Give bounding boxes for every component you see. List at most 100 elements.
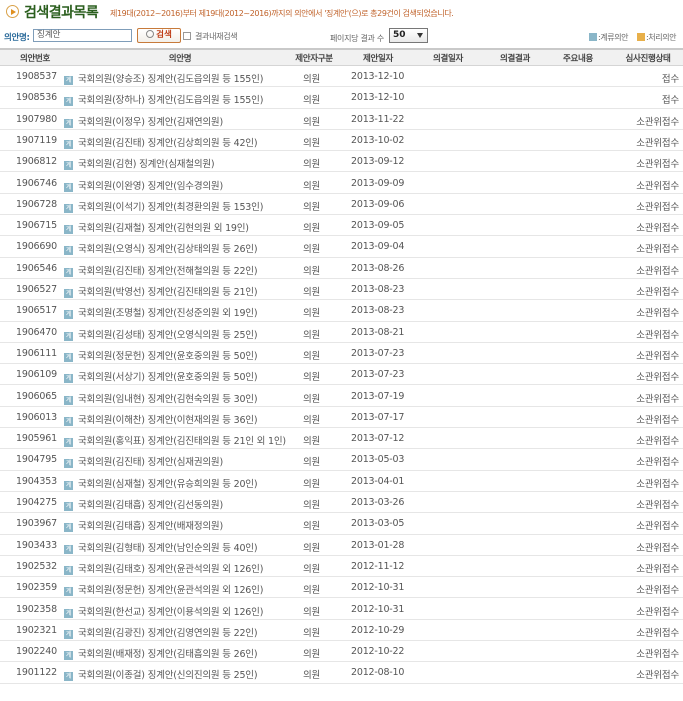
bill-name-link[interactable]: 국회의원(오영식) 징계안(김상태의원 등 26인) [78, 244, 258, 255]
table-row[interactable]: 1904795 계 국회의원(김진태) 징계안(심재권의원) 의원 2013-05-03… [0, 449, 683, 471]
bill-name[interactable]: 계 국회의원(정문헌) 징계안(윤관석의원 외 126인) [64, 582, 263, 597]
bill-name-link[interactable]: 국회의원(김태호) 징계안(윤관석의원 외 126인) [78, 564, 263, 575]
bill-name-link[interactable]: 국회의원(김재철) 징계안(김현의원 외 19인) [78, 223, 249, 234]
table-row[interactable]: 1906746 계 국회의원(이완영) 징계안(임수경의원) 의원 2013-09-09… [0, 173, 683, 194]
bill-name-link[interactable]: 국회의원(김진태) 징계안(전해철의원 등 22인) [78, 266, 258, 277]
bill-name-link[interactable]: 국회의원(한선교) 징계안(이용석의원 외 126인) [78, 607, 263, 618]
bill-name[interactable]: 계 국회의원(조명철) 징계안(진성준의원 외 19인) [64, 305, 258, 320]
table-row[interactable]: 1906527 계 국회의원(박영선) 징계안(김진태의원 등 21인) 의원 2013… [0, 279, 683, 301]
bill-name-link[interactable]: 국회의원(김성태) 징계안(오영식의원 등 25인) [78, 330, 258, 341]
bill-name[interactable]: 계 국회의원(오영식) 징계안(김상태의원 등 26인) [64, 241, 258, 256]
bill-name[interactable]: 계 국회의원(심재철) 징계안(유승희의원 등 20인) [64, 476, 258, 490]
bill-name-link[interactable]: 국회의원(장하나) 징계안(김도읍의원 등 155인) [78, 95, 263, 106]
col-resolution-result: 의결결과 [499, 54, 531, 64]
table-row[interactable]: 1906728 계 국회의원(이석기) 징계안(최경환의원 등 153인) 의원 201… [0, 194, 683, 216]
bill-name[interactable]: 계 국회의원(김태흠) 징계안(배재정의원) [64, 518, 223, 533]
bill-name[interactable]: 계 국회의원(이정우) 징계안(김재연의원) [64, 114, 223, 128]
table-row[interactable]: 1907980 계 국회의원(이정우) 징계안(김재연의원) 의원 2013-11-22… [0, 109, 683, 130]
bill-name[interactable]: 계 국회의원(김형태) 징계안(남인순의원 등 40인) [64, 540, 258, 554]
table-row[interactable]: 1906470 계 국회의원(김성태) 징계안(오영식의원 등 25인) 의원 2013… [0, 322, 683, 343]
bill-name[interactable]: 계 국회의원(이완영) 징계안(임수경의원) [64, 178, 223, 192]
search-button[interactable]: 검색 [137, 28, 181, 43]
bill-name-link[interactable]: 국회의원(임내현) 징계안(김현숙의원 등 30인) [78, 394, 258, 405]
bill-name[interactable]: 계 국회의원(배재정) 징계안(김태흠의원 등 26인) [64, 646, 258, 661]
table-row[interactable]: 1904353 계 국회의원(심재철) 징계안(유승희의원 등 20인) 의원 2013… [0, 471, 683, 492]
table-row[interactable]: 1906111 계 국회의원(정문헌) 징계안(윤호중의원 등 50인) 의원 2013… [0, 343, 683, 365]
bill-name[interactable]: 계 국회의원(김태호) 징계안(윤관석의원 외 126인) [64, 561, 263, 575]
bill-name-link[interactable]: 국회의원(이완영) 징계안(임수경의원) [78, 181, 223, 192]
pending-bill-icon: 계 [64, 118, 73, 128]
bill-name[interactable]: 계 국회의원(양승조) 징계안(김도읍의원 등 155인) [64, 71, 263, 85]
bill-name[interactable]: 계 국회의원(김진태) 징계안(전해철의원 등 22인) [64, 263, 258, 277]
table-row[interactable]: 1906065 계 국회의원(임내현) 징계안(김현숙의원 등 30인) 의원 2013… [0, 386, 683, 407]
table-row[interactable]: 1902359 계 국회의원(정문헌) 징계안(윤관석의원 외 126인) 의원 201… [0, 577, 683, 599]
bill-name[interactable]: 계 국회의원(장하나) 징계안(김도읍의원 등 155인) [64, 92, 263, 107]
bill-name[interactable]: 계 국회의원(홍익표) 징계안(김진태의원 등 21인 외 1인) [64, 433, 286, 448]
bill-name-link[interactable]: 국회의원(심재철) 징계안(유승희의원 등 20인) [78, 479, 258, 490]
bill-name-link[interactable]: 국회의원(김형태) 징계안(남인순의원 등 40인) [78, 543, 258, 554]
review-status: 소관위접수 [636, 563, 679, 575]
bill-name[interactable]: 계 국회의원(김성태) 징계안(오영식의원 등 25인) [64, 327, 258, 341]
search-input[interactable]: 징계안 [33, 29, 132, 42]
legend-processed: :처리의안 [637, 32, 677, 43]
table-row[interactable]: 1906517 계 국회의원(조명철) 징계안(진성준의원 외 19인) 의원 2013… [0, 300, 683, 322]
bill-name[interactable]: 계 국회의원(김현) 징계안(심재철의원) [64, 156, 215, 171]
bill-name-link[interactable]: 국회의원(김태흠) 징계안(배재정의원) [78, 521, 223, 532]
bill-name[interactable]: 계 국회의원(김광진) 징계안(김영연의원 등 22인) [64, 625, 258, 639]
bill-name[interactable]: 계 국회의원(이종걸) 징계안(신의진의원 등 25인) [64, 667, 258, 682]
table-row[interactable]: 1906546 계 국회의원(김진태) 징계안(전해철의원 등 22인) 의원 2013… [0, 258, 683, 279]
bill-name[interactable]: 계 국회의원(김진태) 징계안(김상희의원 등 42인) [64, 135, 258, 149]
proposal-date: 2012-10-31 [351, 582, 405, 594]
table-row[interactable]: 1903433 계 국회의원(김형태) 징계안(남인순의원 등 40인) 의원 2013… [0, 535, 683, 556]
table-row[interactable]: 1908537 계 국회의원(양승조) 징계안(김도읍의원 등 155인) 의원 201… [0, 66, 683, 88]
bill-name[interactable]: 계 국회의원(김태흠) 징계안(김선동의원) [64, 497, 223, 511]
per-page-select[interactable]: 50 [389, 28, 428, 43]
table-row[interactable]: 1901122 계 국회의원(이종걸) 징계안(신의진의원 등 25인) 의원 2012… [0, 662, 683, 684]
bill-name[interactable]: 계 국회의원(한선교) 징계안(이용석의원 외 126인) [64, 604, 263, 618]
bill-name-link[interactable]: 국회의원(박영선) 징계안(김진태의원 등 21인) [78, 287, 258, 298]
bill-name[interactable]: 계 국회의원(김재철) 징계안(김현의원 외 19인) [64, 220, 249, 235]
table-row[interactable]: 1904275 계 국회의원(김태흠) 징계안(김선동의원) 의원 2013-03-26… [0, 492, 683, 514]
table-row[interactable]: 1908536 계 국회의원(장하나) 징계안(김도읍의원 등 155인) 의원 201… [0, 87, 683, 109]
table-row[interactable]: 1906715 계 국회의원(김재철) 징계안(김현의원 외 19인) 의원 2013-… [0, 215, 683, 237]
bill-name[interactable]: 계 국회의원(이석기) 징계안(최경환의원 등 153인) [64, 199, 263, 213]
table-row[interactable]: 1905961 계 국회의원(홍익표) 징계안(김진태의원 등 21인 외 1인) 의… [0, 428, 683, 450]
table-row[interactable]: 1902358 계 국회의원(한선교) 징계안(이용석의원 외 126인) 의원 201… [0, 599, 683, 620]
search-within-checkbox[interactable] [183, 32, 191, 40]
table-row[interactable]: 1907119 계 국회의원(김진태) 징계안(김상희의원 등 42인) 의원 2013… [0, 130, 683, 152]
bill-name-link[interactable]: 국회의원(김진태) 징계안(김상희의원 등 42인) [78, 138, 258, 149]
bill-name[interactable]: 계 국회의원(박영선) 징계안(김진태의원 등 21인) [64, 284, 258, 298]
col-bill-no: 의안번호 [19, 54, 51, 64]
bill-name[interactable]: 계 국회의원(서상기) 징계안(윤호중의원 등 50인) [64, 369, 258, 384]
bill-name-link[interactable]: 국회의원(양승조) 징계안(김도읍의원 등 155인) [78, 74, 263, 85]
bill-name-link[interactable]: 국회의원(정문헌) 징계안(윤관석의원 외 126인) [78, 585, 263, 596]
table-row[interactable]: 1906690 계 국회의원(오영식) 징계안(김상태의원 등 26인) 의원 2013… [0, 236, 683, 258]
table-row[interactable]: 1906109 계 국회의원(서상기) 징계안(윤호중의원 등 50인) 의원 2013… [0, 364, 683, 386]
bill-name-link[interactable]: 국회의원(이석기) 징계안(최경환의원 등 153인) [78, 202, 263, 213]
bill-name[interactable]: 계 국회의원(임내현) 징계안(김현숙의원 등 30인) [64, 391, 258, 405]
table-row[interactable]: 1906812 계 국회의원(김현) 징계안(심재철의원) 의원 2013-09-12 소… [0, 151, 683, 173]
table-row[interactable]: 1902321 계 국회의원(김광진) 징계안(김영연의원 등 22인) 의원 2012… [0, 620, 683, 642]
bill-name[interactable]: 계 국회의원(이해찬) 징계안(이현재의원 등 36인) [64, 412, 258, 426]
bill-name-link[interactable]: 국회의원(이종걸) 징계안(신의진의원 등 25인) [78, 670, 258, 681]
review-status: 소관위접수 [636, 137, 679, 149]
bill-name-link[interactable]: 국회의원(서상기) 징계안(윤호중의원 등 50인) [78, 372, 258, 383]
bill-name-link[interactable]: 국회의원(김태흠) 징계안(김선동의원) [78, 500, 223, 511]
bill-name-link[interactable]: 국회의원(배재정) 징계안(김태흠의원 등 26인) [78, 649, 258, 660]
bill-name-link[interactable]: 국회의원(정문헌) 징계안(윤호중의원 등 50인) [78, 351, 258, 362]
table-row[interactable]: 1903967 계 국회의원(김태흠) 징계안(배재정의원) 의원 2013-03-05… [0, 513, 683, 535]
bill-name-link[interactable]: 국회의원(김현) 징계안(심재철의원) [78, 159, 215, 170]
bill-name[interactable]: 계 국회의원(김진태) 징계안(심재권의원) [64, 454, 223, 469]
bill-number: 1908537 [16, 71, 57, 82]
bill-name-link[interactable]: 국회의원(이정우) 징계안(김재연의원) [78, 117, 223, 128]
bill-name-link[interactable]: 국회의원(김광진) 징계안(김영연의원 등 22인) [78, 628, 258, 639]
bill-name-link[interactable]: 국회의원(조명철) 징계안(진성준의원 외 19인) [78, 308, 258, 319]
bill-name[interactable]: 계 국회의원(정문헌) 징계안(윤호중의원 등 50인) [64, 348, 258, 362]
table-row[interactable]: 1906013 계 국회의원(이해찬) 징계안(이현재의원 등 36인) 의원 2013… [0, 407, 683, 429]
bill-name-link[interactable]: 국회의원(김진태) 징계안(심재권의원) [78, 457, 223, 468]
bill-name-link[interactable]: 국회의원(홍익표) 징계안(김진태의원 등 21인 외 1인) [78, 436, 286, 447]
table-row[interactable]: 1902532 계 국회의원(김태호) 징계안(윤관석의원 외 126인) 의원 201… [0, 556, 683, 578]
table-row[interactable]: 1902240 계 국회의원(배재정) 징계안(김태흠의원 등 26인) 의원 2012… [0, 641, 683, 663]
search-within-label: 결과내재검색 [195, 32, 238, 41]
bill-name-link[interactable]: 국회의원(이해찬) 징계안(이현재의원 등 36인) [78, 415, 258, 426]
